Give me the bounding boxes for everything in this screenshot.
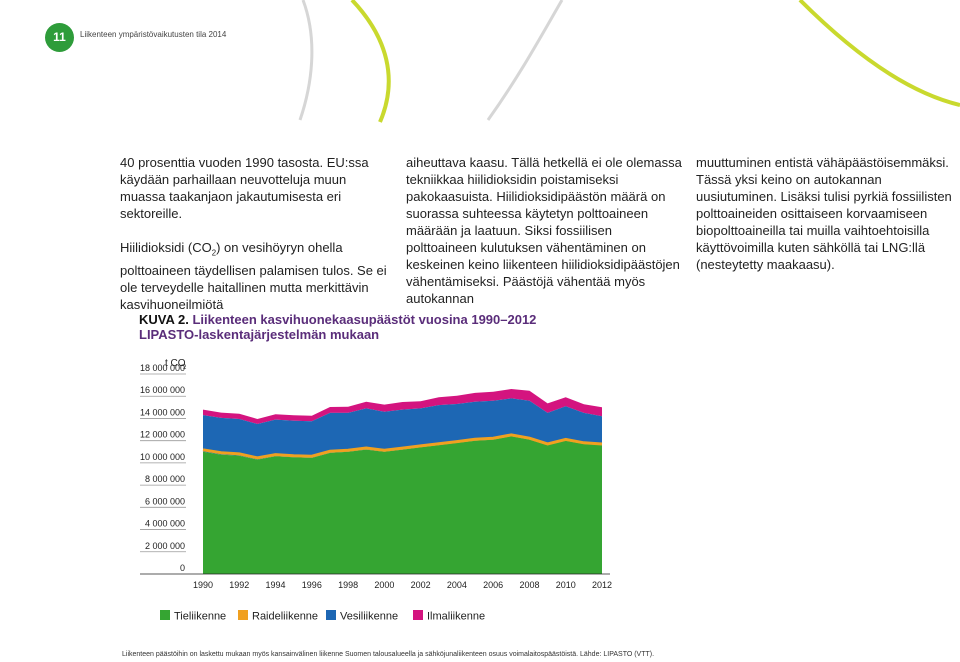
figure-title-line2: LIPASTO-laskentajärjestelmän mukaan (139, 327, 380, 342)
figure-footnote: Liikenteen päästöihin on laskettu mukaan… (122, 651, 655, 658)
y-tick-label: 14 000 000 (140, 407, 185, 417)
text-column-2: aiheuttava kaasu. Tällä hetkellä ei ole … (406, 154, 682, 307)
legend-label-ilmaliikenne: Ilmaliikenne (427, 611, 485, 623)
legend-label-raideliikenne: Raideliikenne (252, 611, 318, 623)
y-tick-label: 2 000 000 (145, 541, 185, 551)
paragraph: Hiilidioksidi (CO2) on vesihöyryn ohella… (120, 240, 387, 312)
figure-title: KUVA 2. Liikenteen kasvihuonekaasupäästö… (139, 312, 536, 342)
x-tick-label: 1996 (302, 580, 322, 590)
y-tick-label: 10 000 000 (140, 452, 185, 462)
x-tick-label: 2008 (519, 580, 539, 590)
paragraph: 40 prosenttia vuoden 1990 tasosta. EU:ss… (120, 155, 369, 221)
legend-swatch-ilmaliikenne (413, 610, 423, 620)
legend-label-tieliikenne: Tieliikenne (174, 611, 226, 623)
figure-label: KUVA 2. (139, 312, 189, 327)
y-tick-label: 16 000 000 (140, 385, 185, 395)
decorative-swooshes (298, 0, 960, 123)
legend-swatch-vesiliikenne (326, 610, 336, 620)
legend-swatch-raideliikenne (238, 610, 248, 620)
paragraph: aiheuttava kaasu. Tällä hetkellä ei ole … (406, 155, 682, 306)
legend-label-vesiliikenne: Vesiliikenne (340, 611, 398, 623)
x-tick-label: 1990 (193, 580, 213, 590)
x-tick-label: 2002 (411, 580, 431, 590)
y-axis-unit-subscript: 2 (183, 365, 187, 371)
y-tick-label: 4 000 000 (145, 519, 185, 529)
figure-title-line1: Liikenteen kasvihuonekaasupäästöt vuosin… (192, 312, 537, 327)
text-column-1: 40 prosenttia vuoden 1990 tasosta. EU:ss… (120, 154, 388, 313)
y-tick-label: 8 000 000 (145, 474, 185, 484)
paragraph: muuttuminen entistä vähäpäästöisemmäksi.… (696, 155, 952, 272)
legend-swatch-tieliikenne (160, 610, 170, 620)
x-tick-label: 2012 (592, 580, 612, 590)
emissions-area-chart: 0 2 000 000 4 000 000 6 000 000 8 000 000 10 … (140, 358, 612, 623)
y-tick-label: 6 000 000 (145, 496, 185, 506)
x-tick-label: 2010 (556, 580, 576, 590)
x-tick-label: 1992 (229, 580, 249, 590)
y-tick-label: 12 000 000 (140, 430, 185, 440)
x-tick-label: 2006 (483, 580, 503, 590)
y-tick-label: 0 (180, 563, 185, 573)
running-header: Liikenteen ympäristövaikutusten tila 201… (80, 30, 227, 39)
x-tick-label: 2004 (447, 580, 467, 590)
x-tick-label: 1994 (266, 580, 286, 590)
page-number-badge: 11 (45, 23, 74, 52)
x-tick-label: 1998 (338, 580, 358, 590)
x-tick-label: 2000 (374, 580, 394, 590)
text-column-3: muuttuminen entistä vähäpäästöisemmäksi.… (696, 154, 960, 273)
